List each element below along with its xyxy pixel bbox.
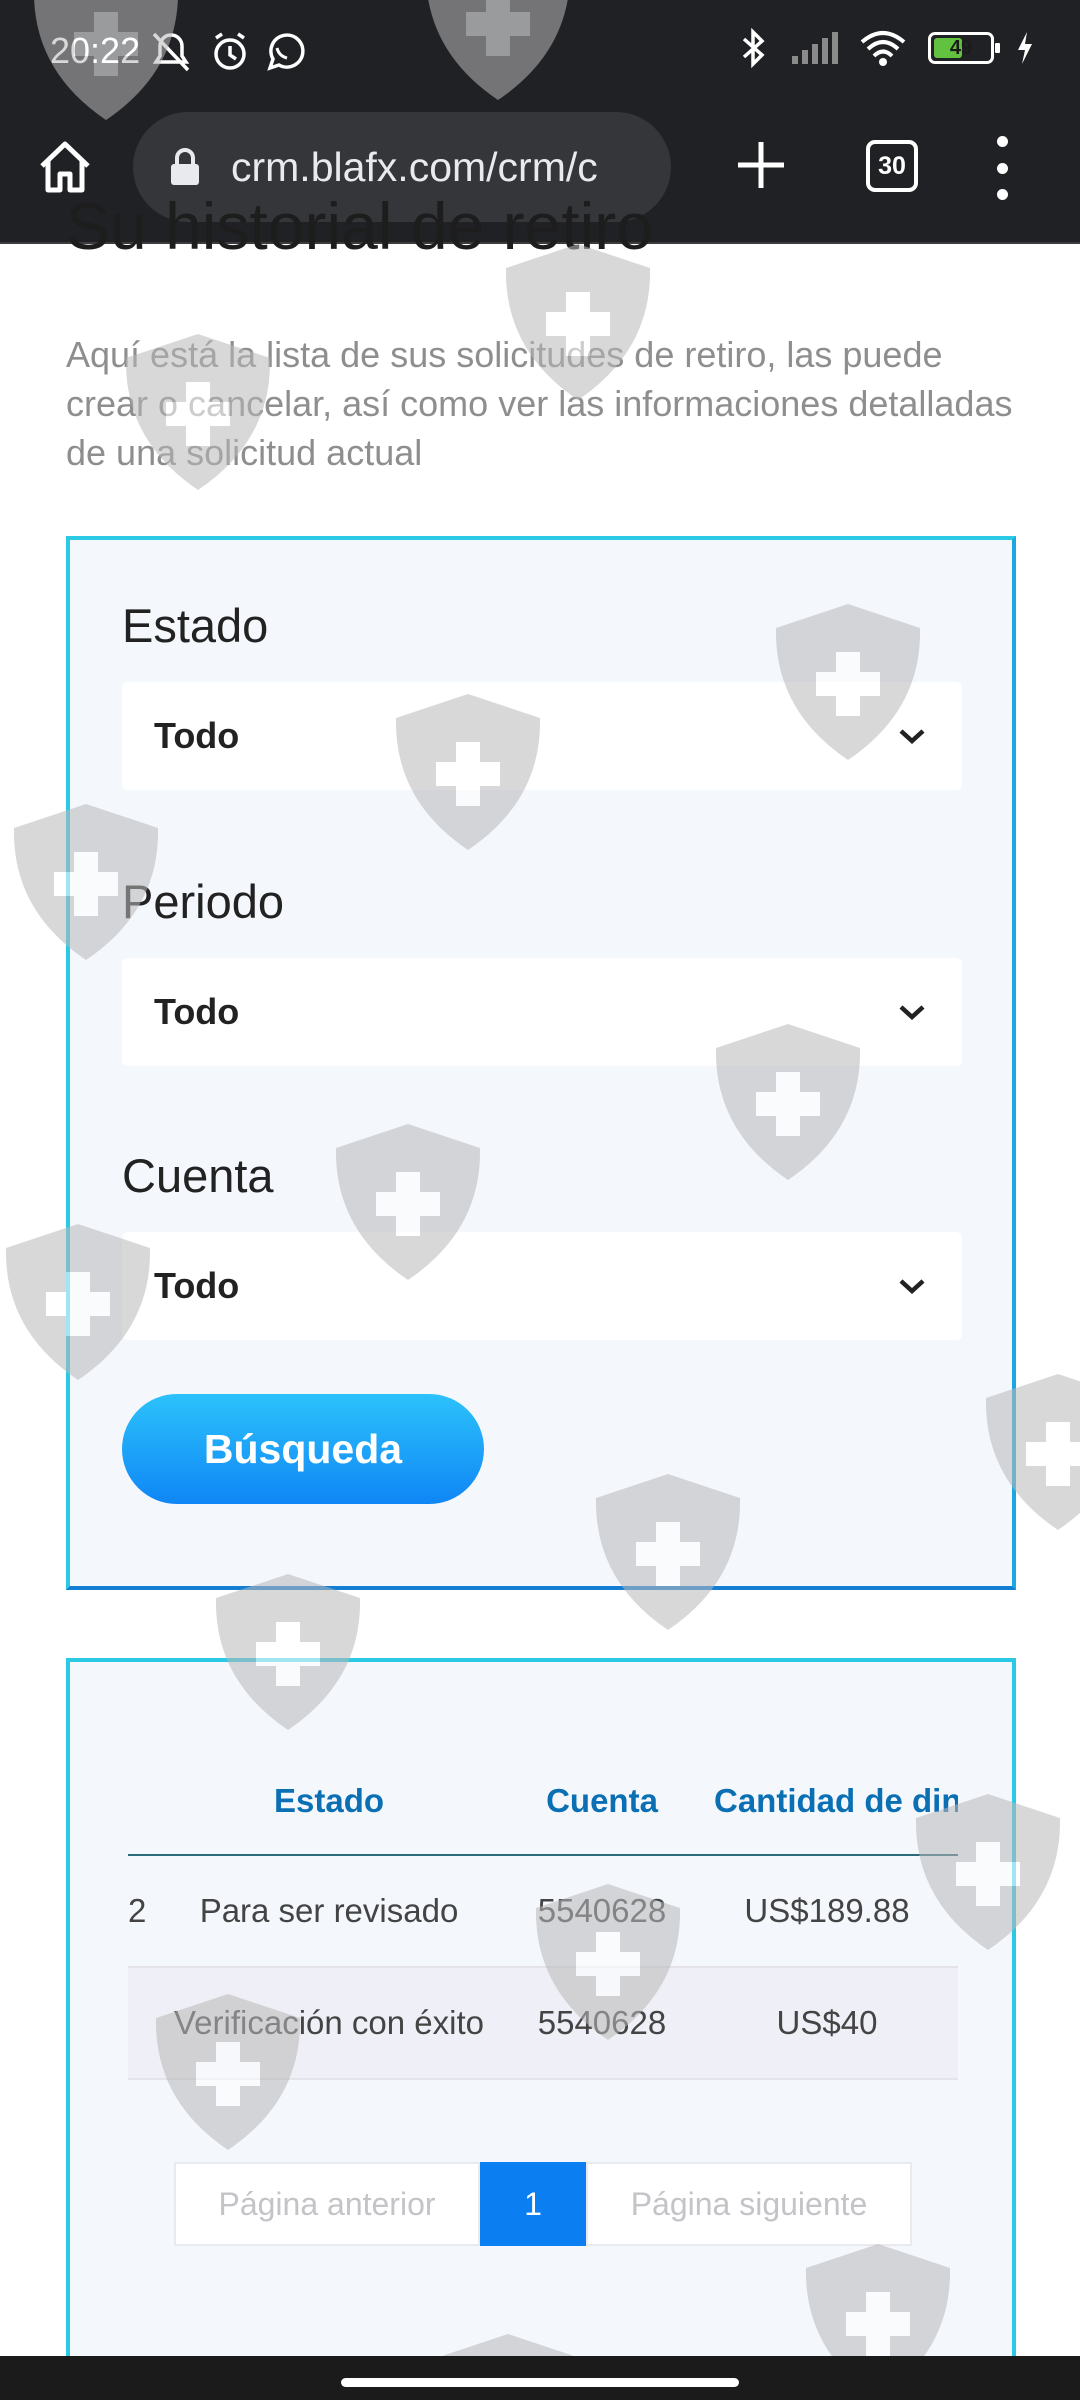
periodo-label: Periodo: [122, 875, 284, 928]
plus-icon[interactable]: [730, 134, 792, 196]
previous-page-button[interactable]: Página anterior: [174, 2162, 480, 2246]
battery-level: 49: [949, 36, 973, 59]
filter-card: Estado Todo Periodo Todo Cuenta Todo Bús…: [66, 536, 1016, 1590]
bluetooth-icon: [742, 28, 765, 68]
cantidad-cell: US$40: [776, 2004, 878, 2041]
next-page-button[interactable]: Página siguiente: [586, 2162, 912, 2246]
chevron-down-icon: [899, 1005, 925, 1020]
page-number-button[interactable]: 1: [480, 2162, 586, 2246]
withdrawals-table: Estado Cuenta Cantidad de dinero 2 Para …: [128, 1748, 958, 2080]
estado-select[interactable]: Todo: [122, 682, 962, 790]
results-card: Estado Cuenta Cantidad de dinero 2 Para …: [66, 1658, 1016, 2400]
column-header-cuenta: Cuenta: [546, 1782, 658, 1819]
signal-icon: [792, 32, 838, 64]
page-title: Su historial de retiro: [66, 189, 653, 263]
home-gesture-handle[interactable]: [341, 2378, 739, 2387]
cuenta-cell: 5540628: [537, 1892, 667, 1929]
table-header: Estado Cuenta Cantidad de dinero: [128, 1748, 958, 1856]
estado-label: Estado: [122, 599, 269, 652]
cuenta-select-value: Todo: [154, 1265, 240, 1306]
column-header-cantidad: Cantidad de dinero: [714, 1782, 958, 1819]
row-lead-cell: 2: [128, 1892, 146, 1929]
page-description: Aquí está la lista de sus solicitudes de…: [66, 334, 1013, 473]
status-time: 20:22: [50, 30, 141, 71]
url-text[interactable]: crm.blafx.com/crm/c: [231, 144, 598, 191]
wifi-icon: [860, 31, 906, 66]
charging-icon: [1018, 32, 1032, 64]
chevron-down-icon: [899, 1279, 925, 1294]
chevron-down-icon: [899, 729, 925, 744]
search-button[interactable]: Búsqueda: [122, 1394, 484, 1504]
status-bar: 20:22 49: [0, 0, 1080, 106]
cuenta-label: Cuenta: [122, 1149, 274, 1202]
cuenta-cell: 5540628: [537, 2004, 667, 2041]
battery-icon: 49: [928, 32, 1000, 64]
table-row[interactable]: 2 Para ser revisado 5540628 US$189.88: [128, 1856, 958, 1968]
tab-switcher-button[interactable]: 30: [866, 140, 918, 192]
alarm-icon: [214, 32, 246, 70]
estado-select-value: Todo: [154, 715, 240, 756]
mute-icon: [152, 32, 190, 72]
column-header-estado: Estado: [273, 1782, 385, 1819]
lock-icon: [171, 148, 199, 185]
tab-count: 30: [878, 151, 906, 180]
estado-cell: Verificación con éxito: [173, 2004, 484, 2041]
cuenta-select[interactable]: Todo: [122, 1232, 962, 1340]
menu-icon[interactable]: [990, 136, 1014, 200]
cantidad-cell: US$189.88: [744, 1892, 910, 1929]
table-row[interactable]: Verificación con éxito 5540628 US$40: [128, 1968, 958, 2080]
estado-cell: Para ser revisado: [199, 1892, 459, 1929]
whatsapp-icon: [267, 33, 305, 71]
periodo-select[interactable]: Todo: [122, 958, 962, 1066]
periodo-select-value: Todo: [154, 991, 240, 1032]
navigation-bar: [0, 2356, 1080, 2400]
notification-icons: [152, 32, 305, 72]
pagination: Página anterior 1 Página siguiente: [174, 2162, 912, 2246]
